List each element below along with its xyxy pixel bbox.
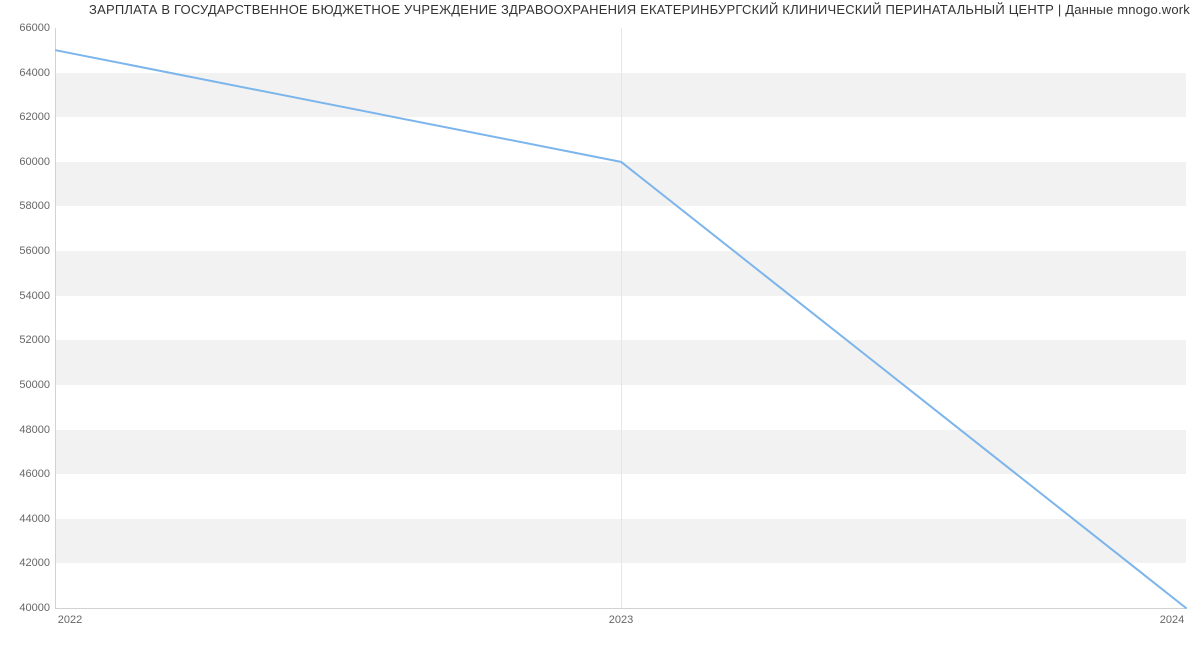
y-tick-label: 62000: [19, 111, 50, 123]
y-tick-label: 60000: [19, 156, 50, 168]
y-tick-label: 66000: [19, 22, 50, 34]
y-tick-label: 52000: [19, 334, 50, 346]
y-tick-label: 56000: [19, 245, 50, 257]
y-tick-label: 46000: [19, 468, 50, 480]
y-tick-label: 64000: [19, 67, 50, 79]
x-tick-label: 2022: [58, 614, 82, 626]
x-tick-label: 2024: [1160, 614, 1184, 626]
series-line: [56, 50, 1186, 608]
y-tick-label: 48000: [19, 424, 50, 436]
y-tick-label: 40000: [19, 602, 50, 614]
y-tick-label: 50000: [19, 379, 50, 391]
y-tick-label: 44000: [19, 513, 50, 525]
chart-title: ЗАРПЛАТА В ГОСУДАРСТВЕННОЕ БЮДЖЕТНОЕ УЧР…: [0, 2, 1200, 17]
chart-svg: [56, 28, 1186, 608]
plot-area: 4000042000440004600048000500005200054000…: [55, 28, 1186, 609]
y-tick-label: 54000: [19, 290, 50, 302]
x-tick-label: 2023: [609, 614, 633, 626]
y-tick-label: 58000: [19, 200, 50, 212]
y-tick-label: 42000: [19, 557, 50, 569]
